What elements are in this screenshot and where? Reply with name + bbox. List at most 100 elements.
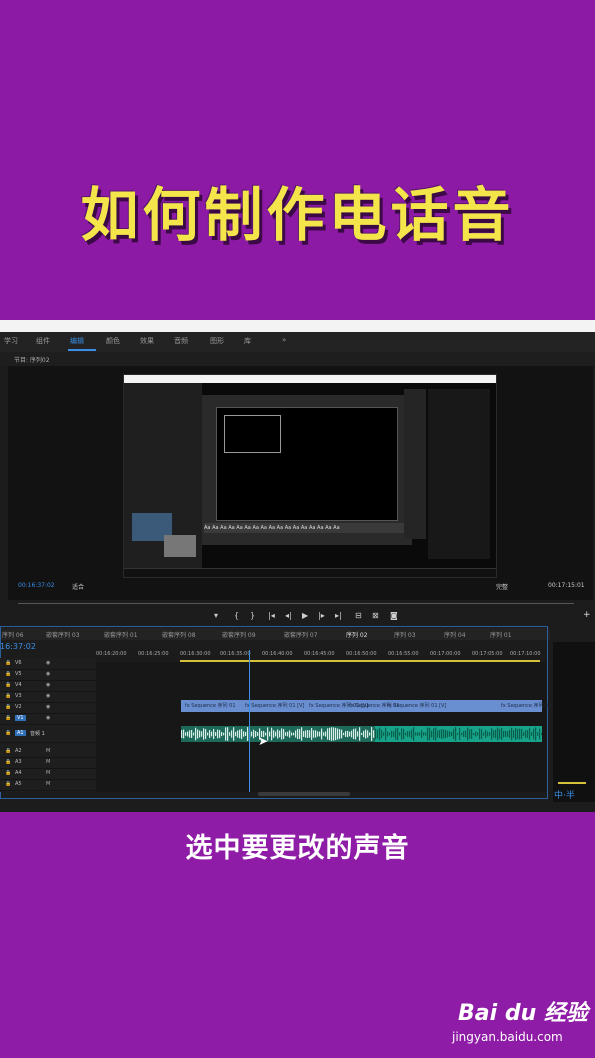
video-clip[interactable]: fx Sequence 序列 01 [V] bbox=[245, 702, 304, 709]
menu-item-libraries[interactable]: 库 bbox=[244, 336, 251, 346]
waveform-bar bbox=[183, 729, 185, 739]
waveform-bar bbox=[525, 730, 527, 738]
audio-meter-panel bbox=[553, 642, 595, 802]
menu-item-effects[interactable]: 效果 bbox=[140, 336, 154, 346]
active-tab-underline bbox=[68, 349, 96, 351]
video-clip[interactable]: fx Sequence 序列 01 bbox=[501, 702, 552, 709]
audio-clip[interactable] bbox=[375, 726, 542, 742]
lock-icon[interactable]: 🔒 bbox=[5, 730, 11, 736]
eye-icon[interactable]: ◉ bbox=[46, 682, 50, 688]
step-back-icon[interactable]: ◂| bbox=[285, 611, 292, 620]
waveform-bar bbox=[207, 732, 209, 736]
waveform-bar bbox=[403, 728, 405, 740]
lock-icon[interactable]: 🔒 bbox=[5, 660, 11, 666]
baidu-watermark: Bai du 经验 jingyan.baidu.com bbox=[452, 995, 592, 1055]
lift-icon[interactable]: ⊟ bbox=[355, 611, 362, 620]
waveform-bar bbox=[203, 728, 205, 740]
monitor-timecode[interactable]: 00:16:37:02 bbox=[18, 582, 55, 589]
go-to-out-icon[interactable]: ▸| bbox=[335, 611, 342, 620]
menu-item-graphics[interactable]: 图形 bbox=[210, 336, 224, 346]
audio-meter-level bbox=[558, 782, 586, 784]
waveform-bar bbox=[423, 732, 425, 736]
waveform-bar bbox=[409, 731, 411, 737]
waveform-bar bbox=[343, 732, 345, 736]
eye-icon[interactable]: ◉ bbox=[46, 704, 50, 710]
video-clip[interactable]: fx Sequence 序列 01 bbox=[185, 702, 236, 709]
waveform-bar bbox=[479, 728, 481, 740]
zoom-fit-select[interactable]: 适合 bbox=[72, 582, 84, 591]
waveform-bar bbox=[507, 731, 509, 737]
waveform-bar bbox=[331, 727, 333, 741]
mark-in-icon[interactable]: { bbox=[234, 611, 239, 620]
timeline-timecode[interactable]: 16:37:02 bbox=[0, 642, 36, 651]
audio-clip-selected[interactable] bbox=[181, 726, 375, 742]
waveform-bar bbox=[389, 732, 391, 736]
waveform-bar bbox=[493, 730, 495, 738]
eye-icon[interactable]: ◉ bbox=[46, 660, 50, 666]
eye-icon[interactable]: ◉ bbox=[46, 715, 50, 721]
waveform-bar bbox=[225, 727, 227, 741]
track-header-selected[interactable]: 🔒 V1 ◉ bbox=[0, 713, 96, 725]
program-monitor-view[interactable]: Aa Aa Aa Aa Aa Aa Aa Aa Aa Aa Aa Aa Aa A… bbox=[8, 366, 593, 586]
lock-icon[interactable]: 🔒 bbox=[5, 715, 11, 721]
monitor-scrub-bar[interactable] bbox=[18, 603, 574, 604]
eye-icon[interactable]: ◉ bbox=[46, 671, 50, 677]
waveform-bar bbox=[195, 727, 197, 741]
more-workspaces-icon[interactable]: » bbox=[282, 336, 286, 344]
eye-icon[interactable]: ◉ bbox=[46, 693, 50, 699]
track-label: V3 bbox=[15, 693, 22, 699]
track-label: A2 bbox=[15, 748, 22, 754]
waveform-bar bbox=[405, 732, 407, 736]
video-clip[interactable]: fx Sequence 序列 01 [V] bbox=[387, 702, 446, 709]
waveform-bar bbox=[287, 731, 289, 737]
lock-icon[interactable]: 🔒 bbox=[5, 781, 11, 787]
play-icon[interactable]: ▶ bbox=[302, 611, 308, 620]
waveform-bar bbox=[515, 728, 517, 740]
step-forward-icon[interactable]: |▸ bbox=[318, 611, 325, 620]
lock-icon[interactable]: 🔒 bbox=[5, 770, 11, 776]
add-marker-icon[interactable]: ▾ bbox=[214, 611, 218, 620]
ruler-tick-label: 00:16:35:00 bbox=[220, 651, 251, 657]
waveform-bar bbox=[277, 729, 279, 739]
mute-icon[interactable]: M bbox=[46, 748, 50, 754]
lock-icon[interactable]: 🔒 bbox=[5, 671, 11, 677]
add-button-icon[interactable]: + bbox=[583, 610, 591, 620]
resolution-select[interactable]: 完整 bbox=[496, 582, 508, 591]
menu-item-assembly[interactable]: 组件 bbox=[36, 336, 50, 346]
waveform-bar bbox=[255, 731, 257, 737]
waveform-bar bbox=[503, 730, 505, 738]
menu-item-color[interactable]: 颜色 bbox=[106, 336, 120, 346]
track-label: A5 bbox=[15, 781, 22, 787]
playhead[interactable] bbox=[249, 650, 250, 792]
waveform-bar bbox=[439, 729, 441, 739]
waveform-bar bbox=[395, 728, 397, 740]
go-to-in-icon[interactable]: |◂ bbox=[268, 611, 275, 620]
mute-icon[interactable]: M bbox=[46, 759, 50, 765]
menu-item-edit[interactable]: 编辑 bbox=[70, 336, 84, 346]
menu-item-learn[interactable]: 学习 bbox=[4, 336, 18, 346]
lock-icon[interactable]: 🔒 bbox=[5, 759, 11, 765]
waveform-bar bbox=[181, 730, 183, 738]
waveform-bar bbox=[293, 732, 295, 736]
lock-icon[interactable]: 🔒 bbox=[5, 682, 11, 688]
waveform-bar bbox=[427, 727, 429, 741]
ruler-tick-label: 00:17:05:00 bbox=[472, 651, 503, 657]
program-monitor-title: 节目: 序列02 bbox=[14, 357, 50, 364]
waveform-bar bbox=[227, 727, 229, 741]
lock-icon[interactable]: 🔒 bbox=[5, 704, 11, 710]
track-header-selected[interactable]: 🔒 A1 音频 1 bbox=[0, 728, 96, 743]
waveform-bar bbox=[435, 727, 437, 741]
video-clip-strip[interactable]: fx Sequence 序列 01 fx Sequence 序列 01 [V] … bbox=[181, 700, 552, 712]
menu-item-audio[interactable]: 音频 bbox=[174, 336, 188, 346]
extract-icon[interactable]: ⊠ bbox=[372, 611, 379, 620]
track-header[interactable]: 🔒 A5 M bbox=[0, 779, 96, 791]
audio-waveform bbox=[375, 727, 542, 741]
waveform-bar bbox=[485, 729, 487, 739]
lock-icon[interactable]: 🔒 bbox=[5, 693, 11, 699]
timeline-scrollbar[interactable] bbox=[258, 792, 350, 796]
export-frame-icon[interactable]: ◙ bbox=[390, 611, 398, 620]
mute-icon[interactable]: M bbox=[46, 781, 50, 787]
mute-icon[interactable]: M bbox=[46, 770, 50, 776]
mark-out-icon[interactable]: } bbox=[250, 611, 255, 620]
lock-icon[interactable]: 🔒 bbox=[5, 748, 11, 754]
